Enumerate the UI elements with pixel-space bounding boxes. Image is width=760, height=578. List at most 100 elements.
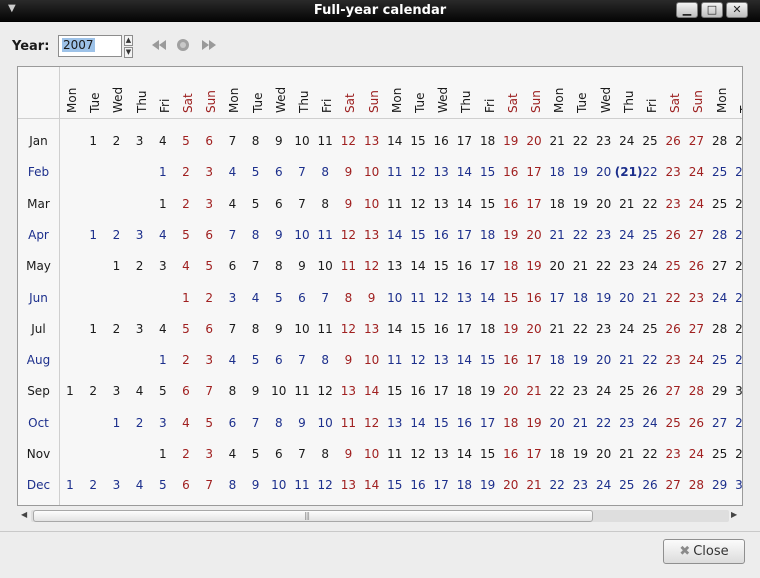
maximize-button[interactable]: □ [701, 2, 723, 18]
day-cell[interactable]: 9 [336, 353, 360, 367]
day-cell[interactable]: 12 [336, 322, 360, 336]
day-cell[interactable]: 27 [684, 228, 708, 242]
day-cell[interactable]: 21 [568, 416, 592, 430]
day-cell[interactable]: 23 [568, 384, 592, 398]
day-cell[interactable]: 13 [383, 259, 407, 273]
day-cell[interactable]: 3 [197, 353, 221, 367]
day-cell[interactable]: 11 [313, 134, 337, 148]
day-cell[interactable]: 13 [360, 322, 384, 336]
day-cell[interactable]: 25 [661, 416, 685, 430]
day-cell[interactable]: 22 [592, 259, 616, 273]
day-cell[interactable]: 12 [406, 165, 430, 179]
day-cell[interactable]: 1 [151, 165, 175, 179]
day-cell[interactable]: 13 [429, 165, 453, 179]
scroll-right-icon[interactable]: ▶ [731, 510, 737, 519]
day-cell[interactable]: 22 [592, 416, 616, 430]
day-cell[interactable]: 26 [661, 322, 685, 336]
day-cell[interactable]: 16 [429, 322, 453, 336]
day-cell[interactable]: 6 [197, 322, 221, 336]
day-cell[interactable]: 28 [731, 259, 742, 273]
day-cell[interactable]: 16 [429, 134, 453, 148]
day-cell[interactable]: 7 [220, 134, 244, 148]
day-cell[interactable]: 25 [615, 384, 639, 398]
day-cell[interactable]: 27 [661, 478, 685, 492]
day-cell[interactable]: 18 [476, 228, 500, 242]
day-cell[interactable]: 26 [661, 134, 685, 148]
day-cell[interactable]: 6 [174, 384, 198, 398]
day-cell[interactable]: 16 [452, 416, 476, 430]
day-cell[interactable]: 12 [336, 134, 360, 148]
day-cell[interactable]: 6 [267, 165, 291, 179]
day-cell[interactable]: 22 [568, 134, 592, 148]
day-cell[interactable]: 22 [638, 197, 662, 211]
day-cell[interactable]: 17 [452, 228, 476, 242]
day-cell[interactable]: 24 [684, 353, 708, 367]
day-cell[interactable]: 21 [522, 384, 546, 398]
day-cell[interactable]: 23 [615, 416, 639, 430]
day-cell[interactable]: 25 [731, 291, 742, 305]
previous-year-icon[interactable] [150, 38, 168, 52]
day-cell[interactable]: 17 [476, 259, 500, 273]
day-cell[interactable]: 16 [429, 228, 453, 242]
day-cell[interactable]: 14 [452, 447, 476, 461]
day-cell[interactable]: 29 [708, 478, 732, 492]
day-cell[interactable]: 24 [615, 228, 639, 242]
day-cell[interactable]: 14 [383, 322, 407, 336]
day-cell[interactable]: 21 [568, 259, 592, 273]
day-cell[interactable]: 4 [174, 259, 198, 273]
day-cell[interactable]: 16 [452, 259, 476, 273]
day-cell[interactable]: 24 [615, 134, 639, 148]
day-cell[interactable]: 2 [174, 447, 198, 461]
day-cell[interactable]: 10 [290, 322, 314, 336]
day-cell[interactable]: 14 [452, 353, 476, 367]
day-cell[interactable]: 6 [197, 228, 221, 242]
day-cell[interactable]: 19 [499, 322, 523, 336]
day-cell[interactable]: 24 [638, 259, 662, 273]
day-cell[interactable]: 26 [731, 197, 742, 211]
day-cell[interactable]: 7 [244, 416, 268, 430]
horizontal-scrollbar[interactable]: ◀ ||| ▶ [17, 508, 743, 524]
day-cell[interactable]: 2 [174, 353, 198, 367]
day-cell[interactable]: 19 [499, 228, 523, 242]
day-cell[interactable]: 10 [360, 447, 384, 461]
day-cell[interactable]: 15 [499, 291, 523, 305]
day-cell[interactable]: 22 [545, 478, 569, 492]
day-cell[interactable]: 3 [151, 416, 175, 430]
day-cell[interactable]: 5 [244, 447, 268, 461]
day-cell[interactable]: 9 [244, 478, 268, 492]
day-cell[interactable]: 24 [684, 447, 708, 461]
day-cell[interactable]: 15 [429, 259, 453, 273]
day-cell[interactable]: 17 [476, 416, 500, 430]
year-input[interactable]: 2007 [58, 35, 122, 57]
day-cell[interactable]: 11 [290, 384, 314, 398]
day-cell[interactable]: 20 [545, 259, 569, 273]
day-cell[interactable]: 9 [336, 447, 360, 461]
day-cell[interactable]: 22 [545, 384, 569, 398]
day-cell[interactable]: 24 [592, 384, 616, 398]
day-cell[interactable]: 4 [220, 197, 244, 211]
day-cell[interactable]: 1 [151, 353, 175, 367]
day-cell[interactable]: 16 [499, 197, 523, 211]
day-cell[interactable]: 2 [128, 416, 152, 430]
day-cell[interactable]: 12 [360, 416, 384, 430]
day-cell[interactable]: 13 [452, 291, 476, 305]
day-cell[interactable]: 5 [174, 322, 198, 336]
day-cell[interactable]: 9 [267, 322, 291, 336]
day-cell[interactable]: 19 [568, 447, 592, 461]
day-cell[interactable]: 4 [151, 322, 175, 336]
day-cell[interactable]: 14 [406, 259, 430, 273]
day-cell[interactable]: 8 [313, 197, 337, 211]
day-cell[interactable]: 3 [104, 478, 128, 492]
day-cell[interactable]: 1 [104, 259, 128, 273]
day-cell[interactable]: 10 [360, 197, 384, 211]
day-cell[interactable]: 12 [360, 259, 384, 273]
day-cell[interactable]: 5 [151, 384, 175, 398]
day-cell[interactable]: 16 [499, 165, 523, 179]
year-increment-button[interactable]: ▲ [124, 35, 133, 46]
day-cell[interactable]: 25 [615, 478, 639, 492]
day-cell[interactable]: 24 [592, 478, 616, 492]
day-cell[interactable]: 17 [522, 165, 546, 179]
day-cell[interactable]: 6 [174, 478, 198, 492]
day-cell[interactable]: 24 [684, 165, 708, 179]
day-cell[interactable]: 17 [522, 197, 546, 211]
